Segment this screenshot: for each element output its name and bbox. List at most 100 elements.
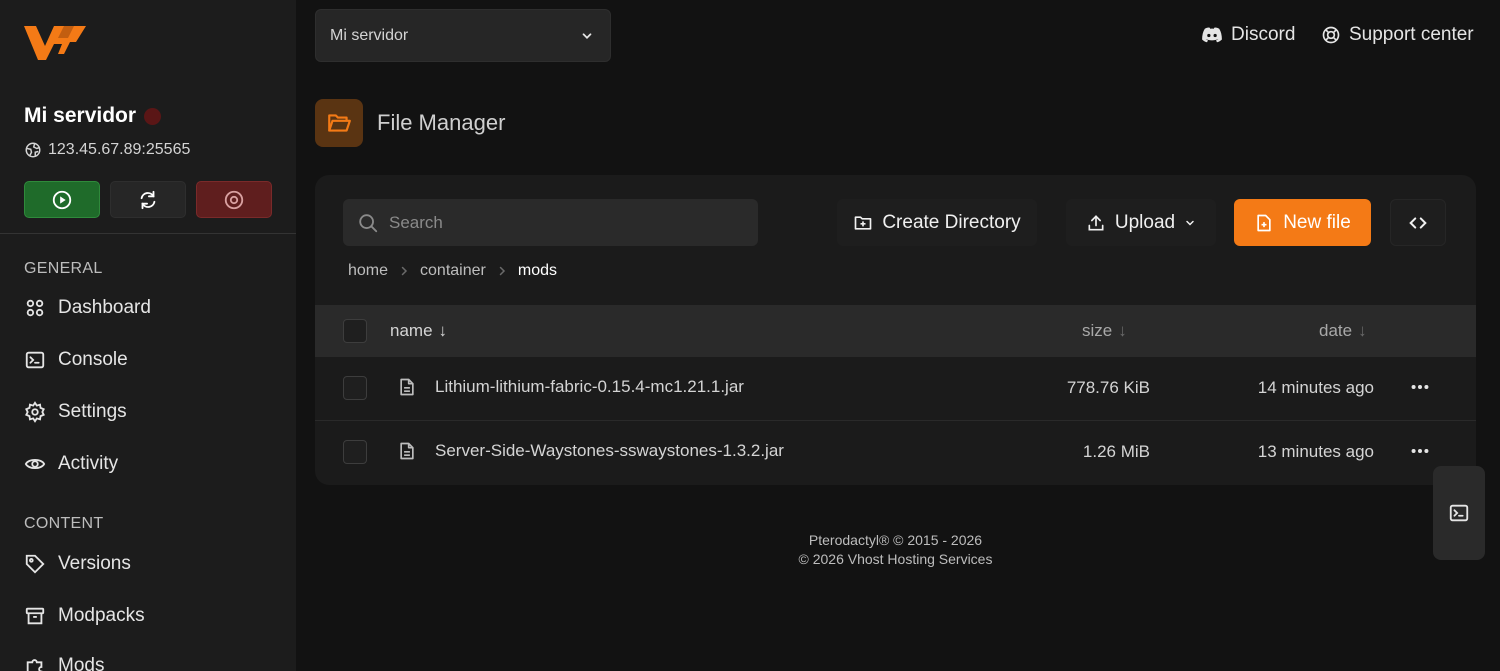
sidebar-divider: [0, 233, 296, 234]
server-select[interactable]: Mi servidor: [315, 9, 611, 62]
server-select-value: Mi servidor: [330, 26, 409, 44]
column-date[interactable]: date ↓: [1319, 321, 1367, 341]
column-date-label: date: [1319, 321, 1353, 340]
table-row[interactable]: Lithium-lithium-fabric-0.15.4-mc1.21.1.j…: [315, 357, 1476, 419]
footer-copyright: Pterodactyl® © 2015 - 2026: [808, 532, 983, 548]
terminal-icon: [1448, 502, 1470, 524]
column-size[interactable]: size ↓: [1082, 321, 1127, 341]
sidebar-item-label: Versions: [58, 553, 131, 574]
refresh-icon: [137, 189, 159, 211]
restart-button[interactable]: [110, 181, 186, 218]
sidebar-item-console[interactable]: Console: [24, 349, 128, 371]
row-checkbox[interactable]: [343, 440, 367, 464]
sort-arrow-icon: ↓: [438, 321, 448, 340]
page-header: File Manager: [315, 99, 505, 147]
new-file-label: New file: [1283, 211, 1351, 233]
server-status-indicator: [144, 107, 162, 125]
folder-open-icon: [315, 99, 363, 147]
chevron-right-icon: [398, 264, 410, 278]
file-size: 778.76 KiB: [1066, 378, 1150, 397]
more-actions-icon[interactable]: [1409, 440, 1431, 462]
breadcrumb-container[interactable]: container: [420, 262, 486, 280]
chevron-right-icon: [496, 264, 508, 278]
file-icon: [397, 441, 417, 461]
folder-plus-icon: [853, 213, 873, 233]
globe-icon: [24, 141, 42, 159]
discord-icon: [1201, 26, 1223, 44]
sidebar-item-label: Mods: [58, 655, 105, 671]
breadcrumb: home container mods: [348, 262, 557, 280]
table-header: name ↓ size ↓ date ↓: [315, 305, 1476, 357]
chevron-down-icon: [1184, 217, 1196, 229]
file-name[interactable]: Server-Side-Waystones-sswaystones-1.3.2.…: [397, 441, 784, 461]
sidebar-item-versions[interactable]: Versions: [24, 553, 131, 575]
footer-company: © 2026 Vhost Hosting Services: [798, 551, 993, 567]
more-actions-icon[interactable]: [1409, 376, 1431, 398]
sidebar-item-label: Activity: [58, 453, 119, 474]
column-name[interactable]: name ↓: [390, 321, 447, 341]
server-name-label: Mi servidor: [24, 104, 137, 127]
sidebar-item-label: Console: [58, 349, 128, 370]
sidebar-item-mods[interactable]: Mods: [24, 655, 104, 671]
sidebar-item-modpacks[interactable]: Modpacks: [24, 605, 145, 627]
sidebar-item-label: Settings: [58, 401, 127, 422]
page-title: File Manager: [377, 110, 506, 135]
gear-icon: [24, 401, 46, 423]
server-address-text: 123.45.67.89:25565: [48, 141, 191, 158]
code-icon: [1407, 212, 1429, 234]
select-all-checkbox[interactable]: [343, 319, 367, 343]
sidebar-item-label: Dashboard: [58, 297, 151, 318]
upload-button[interactable]: Upload: [1066, 199, 1216, 246]
file-name[interactable]: Lithium-lithium-fabric-0.15.4-mc1.21.1.j…: [397, 377, 744, 397]
sort-arrow-icon: ↓: [1118, 321, 1127, 340]
sidebar: Mi servidor 123.45.67.89:25565 GENERAL D…: [0, 0, 296, 671]
sidebar-item-dashboard[interactable]: Dashboard: [24, 297, 151, 319]
file-name-label: Server-Side-Waystones-sswaystones-1.3.2.…: [435, 441, 784, 460]
start-button[interactable]: [24, 181, 100, 218]
console-toggle-button[interactable]: [1433, 466, 1485, 560]
file-date: 14 minutes ago: [1257, 378, 1374, 397]
support-center-label: Support center: [1349, 24, 1474, 45]
code-view-button[interactable]: [1390, 199, 1446, 246]
table-row[interactable]: Server-Side-Waystones-sswaystones-1.3.2.…: [315, 420, 1476, 482]
file-name-label: Lithium-lithium-fabric-0.15.4-mc1.21.1.j…: [435, 377, 744, 396]
sidebar-item-settings[interactable]: Settings: [24, 401, 127, 423]
create-directory-button[interactable]: Create Directory: [837, 199, 1037, 246]
search-box[interactable]: [343, 199, 758, 246]
breadcrumb-home[interactable]: home: [348, 262, 388, 280]
sidebar-item-activity[interactable]: Activity: [24, 453, 118, 475]
file-manager-panel: Create Directory Upload New file: [315, 175, 1476, 485]
lifebuoy-icon: [1321, 25, 1341, 45]
brand-logo[interactable]: [24, 22, 86, 62]
discord-label: Discord: [1231, 24, 1296, 45]
file-size: 1.26 MiB: [1082, 442, 1150, 461]
search-icon: [357, 212, 379, 234]
nav-section-general: GENERAL: [24, 260, 103, 277]
server-address: 123.45.67.89:25565: [24, 141, 190, 159]
stop-icon: [223, 189, 245, 211]
file-icon: [397, 377, 417, 397]
search-input[interactable]: [389, 212, 729, 233]
upload-icon: [1086, 213, 1106, 233]
chevron-down-icon: [580, 29, 594, 43]
tag-icon: [24, 553, 46, 575]
play-icon: [51, 189, 73, 211]
column-name-label: name: [390, 321, 433, 340]
column-size-label: size: [1082, 321, 1113, 340]
create-directory-label: Create Directory: [882, 211, 1021, 233]
discord-link[interactable]: Discord: [1201, 24, 1295, 46]
puzzle-icon: [24, 655, 46, 671]
terminal-icon: [24, 349, 46, 371]
new-file-button[interactable]: New file: [1234, 199, 1371, 246]
stop-button[interactable]: [196, 181, 272, 218]
breadcrumb-current: mods: [517, 262, 557, 279]
file-plus-icon: [1254, 213, 1274, 233]
sidebar-item-label: Modpacks: [58, 605, 145, 626]
server-name: Mi servidor: [24, 104, 162, 128]
eye-icon: [24, 453, 46, 475]
archive-icon: [24, 605, 46, 627]
sort-arrow-icon: ↓: [1358, 321, 1367, 340]
row-checkbox[interactable]: [343, 376, 367, 400]
support-center-link[interactable]: Support center: [1321, 24, 1474, 46]
file-date: 13 minutes ago: [1257, 442, 1374, 461]
